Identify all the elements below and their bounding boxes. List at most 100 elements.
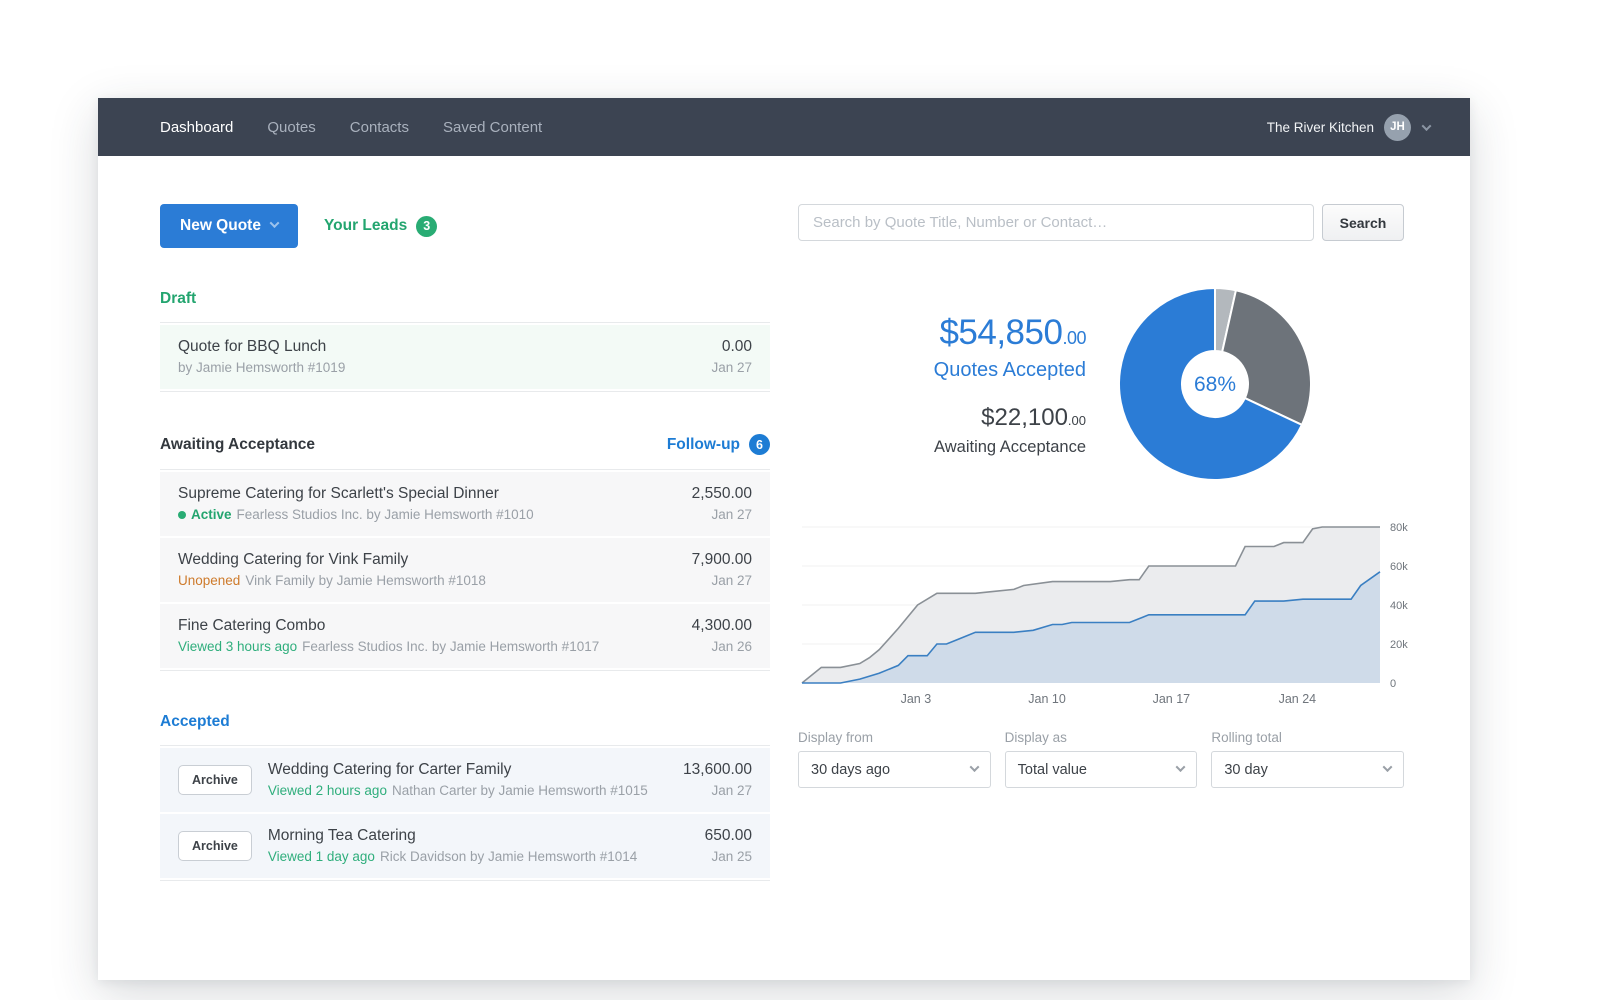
- quote-status: Viewed 3 hours ago: [178, 639, 297, 654]
- select-value: 30 days ago: [811, 762, 890, 778]
- select-display-as[interactable]: Total value: [1005, 751, 1198, 788]
- x-axis-tick: Jan 10: [1028, 692, 1066, 706]
- quote-status: Unopened: [178, 573, 240, 588]
- select-label: Display as: [1005, 730, 1198, 745]
- quote-meta: Viewed 3 hours agoFearless Studios Inc. …: [178, 639, 692, 654]
- nav-item-saved-content[interactable]: Saved Content: [443, 119, 542, 136]
- quote-amount: 0.00: [711, 338, 752, 356]
- quote-row[interactable]: Archive Wedding Catering for Carter Fami…: [160, 748, 770, 812]
- control-rolling-total: Rolling total30 day: [1211, 730, 1404, 788]
- nav-menu: Dashboard Quotes Contacts Saved Content: [160, 119, 542, 136]
- section-draft: Draft Quote for BBQ Lunch by Jamie Hemsw…: [160, 290, 770, 392]
- section-accepted: Accepted Archive Wedding Catering for Ca…: [160, 713, 770, 881]
- nav-item-dashboard[interactable]: Dashboard: [160, 119, 233, 136]
- chevron-down-icon: [1176, 762, 1186, 772]
- donut-center-label: 68%: [1194, 373, 1236, 396]
- leads-count-badge: 3: [416, 216, 437, 237]
- avatar[interactable]: JH: [1384, 114, 1411, 141]
- x-axis-tick: Jan 24: [1279, 692, 1317, 706]
- quote-title: Wedding Catering for Vink Family: [178, 551, 692, 569]
- quote-row[interactable]: Supreme Catering for Scarlett's Special …: [160, 472, 770, 536]
- chevron-down-icon[interactable]: [1422, 121, 1432, 131]
- quote-amount: 13,600.00: [683, 761, 752, 779]
- control-display-from: Display from30 days ago: [798, 730, 991, 788]
- x-axis-tick: Jan 3: [901, 692, 932, 706]
- quote-meta: Viewed 1 day agoRick Davidson by Jamie H…: [268, 849, 705, 864]
- quote-meta: UnopenedVink Family by Jamie Hemsworth #…: [178, 573, 692, 588]
- donut-slice-awaiting-acceptance: [1222, 290, 1311, 425]
- select-value: 30 day: [1224, 762, 1268, 778]
- your-leads-link[interactable]: Your Leads 3: [324, 216, 437, 237]
- chevron-down-icon: [270, 218, 280, 228]
- new-quote-button[interactable]: New Quote: [160, 204, 298, 248]
- app-window: Dashboard Quotes Contacts Saved Content The…: [98, 98, 1470, 980]
- quote-amount: 7,900.00: [692, 551, 752, 569]
- quote-status: Viewed 2 hours ago: [268, 783, 387, 798]
- quote-amount: 650.00: [705, 827, 752, 845]
- y-axis-tick: 0: [1390, 678, 1396, 690]
- search-input[interactable]: [798, 204, 1314, 241]
- select-rolling-total[interactable]: 30 day: [1211, 751, 1404, 788]
- y-axis-tick: 60k: [1390, 561, 1408, 573]
- quote-title: Fine Catering Combo: [178, 617, 692, 635]
- new-quote-label: New Quote: [180, 217, 261, 235]
- quote-title: Morning Tea Catering: [268, 827, 705, 845]
- top-nav: Dashboard Quotes Contacts Saved Content The…: [98, 98, 1470, 156]
- search-button[interactable]: Search: [1322, 204, 1404, 241]
- quote-amount: 4,300.00: [692, 617, 752, 635]
- quote-title: Quote for BBQ Lunch: [178, 338, 711, 356]
- y-axis-tick: 80k: [1390, 522, 1408, 534]
- y-axis-tick: 20k: [1390, 639, 1408, 651]
- quote-status: Viewed 1 day ago: [268, 849, 375, 864]
- quote-row[interactable]: Archive Morning Tea Catering Viewed 1 da…: [160, 814, 770, 878]
- control-display-as: Display as Total value: [1005, 730, 1198, 788]
- section-awaiting: Awaiting Acceptance Follow-up 6 Supreme …: [160, 434, 770, 671]
- quote-status: Active: [178, 507, 232, 522]
- awaiting-quote-list: Supreme Catering for Scarlett's Special …: [160, 469, 770, 671]
- accepted-total-label: Quotes Accepted: [798, 359, 1086, 382]
- quote-date: Jan 25: [705, 849, 752, 864]
- nav-item-quotes[interactable]: Quotes: [267, 119, 315, 136]
- accepted-section-title: Accepted: [160, 713, 230, 731]
- select-value: Total value: [1018, 762, 1087, 778]
- quote-amount: 2,550.00: [692, 485, 752, 503]
- y-axis-tick: 40k: [1390, 600, 1408, 612]
- quote-meta: by Jamie Hemsworth #1019: [178, 360, 711, 375]
- quote-date: Jan 27: [683, 783, 752, 798]
- select-display-from[interactable]: 30 days ago: [798, 751, 991, 788]
- quote-date: Jan 27: [692, 507, 752, 522]
- your-leads-label: Your Leads: [324, 217, 407, 235]
- awaiting-total: $22,100.00: [798, 404, 1086, 432]
- area-chart: 80k60k40k20k0Jan 3Jan 10Jan 17Jan 24: [798, 505, 1404, 714]
- chart-controls: Display from30 days ago Display as Total v…: [798, 730, 1404, 788]
- archive-button[interactable]: Archive: [178, 765, 252, 795]
- quote-row[interactable]: Wedding Catering for Vink Family Unopene…: [160, 538, 770, 602]
- accepted-quote-list: Archive Wedding Catering for Carter Fami…: [160, 745, 770, 881]
- page: Dashboard Quotes Contacts Saved Content The…: [0, 0, 1600, 1000]
- quote-date: Jan 27: [692, 573, 752, 588]
- awaiting-section-title: Awaiting Acceptance: [160, 436, 315, 454]
- accepted-total: $54,850.00: [798, 313, 1086, 353]
- followup-label: Follow-up: [667, 436, 740, 454]
- quote-date: Jan 27: [711, 360, 752, 375]
- chevron-down-icon: [1383, 762, 1393, 772]
- account-menu[interactable]: The River Kitchen JH: [1267, 114, 1430, 141]
- quote-title: Wedding Catering for Carter Family: [268, 761, 683, 779]
- donut-chart: 68%: [1116, 285, 1314, 483]
- quote-date: Jan 26: [692, 639, 752, 654]
- quotes-column: New Quote Your Leads 3 Draft Quote for B…: [160, 204, 770, 881]
- nav-item-contacts[interactable]: Contacts: [350, 119, 409, 136]
- followup-link[interactable]: Follow-up 6: [667, 434, 770, 455]
- archive-button[interactable]: Archive: [178, 831, 252, 861]
- quote-row[interactable]: Fine Catering Combo Viewed 3 hours agoFe…: [160, 604, 770, 668]
- x-axis-tick: Jan 17: [1153, 692, 1191, 706]
- analytics-column: Search $54,850.00 Quotes Accepted $22,10…: [798, 204, 1404, 881]
- quote-row[interactable]: Quote for BBQ Lunch by Jamie Hemsworth #…: [160, 325, 770, 389]
- awaiting-total-label: Awaiting Acceptance: [798, 438, 1086, 457]
- quote-title: Supreme Catering for Scarlett's Special …: [178, 485, 692, 503]
- followup-count-badge: 6: [749, 434, 770, 455]
- draft-section-title: Draft: [160, 290, 196, 308]
- chevron-down-icon: [969, 762, 979, 772]
- draft-quote-list: Quote for BBQ Lunch by Jamie Hemsworth #…: [160, 322, 770, 392]
- quote-meta: Viewed 2 hours agoNathan Carter by Jamie…: [268, 783, 683, 798]
